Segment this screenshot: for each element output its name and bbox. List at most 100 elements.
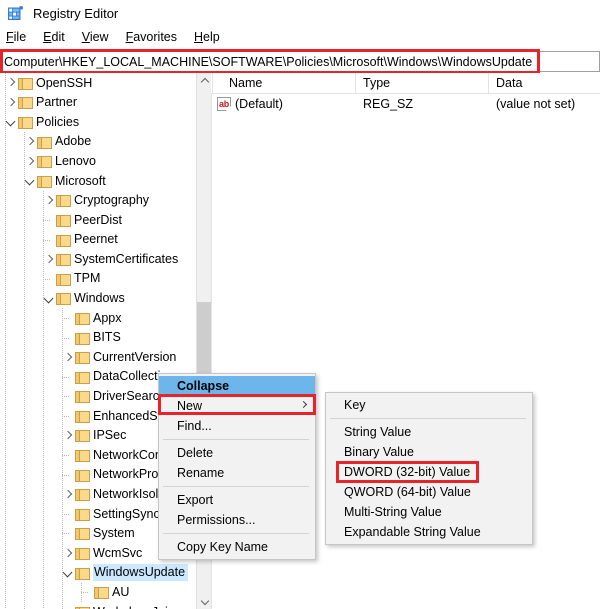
- value-data: (value not set): [496, 97, 576, 111]
- tree-item-workplacejoin[interactable]: WorkplaceJoin: [0, 602, 196, 609]
- tree-item-label: WorkplaceJoin: [93, 606, 175, 609]
- tree-item-windows[interactable]: Windows: [0, 289, 196, 309]
- values-column-header: Name Type Data: [211, 73, 600, 94]
- menu-file[interactable]: File: [6, 30, 34, 44]
- submenu-item-string-value[interactable]: String Value: [326, 422, 532, 442]
- tree-item-peernet[interactable]: Peernet: [0, 230, 196, 250]
- tree-item-bits[interactable]: BITS: [0, 328, 196, 348]
- folder-icon: [56, 273, 71, 286]
- context-menu-item-permissions[interactable]: Permissions...: [159, 510, 315, 530]
- submenu-item-multi-string-value[interactable]: Multi-String Value: [326, 502, 532, 522]
- menu-item-label: Find...: [177, 419, 212, 433]
- new-submenu[interactable]: Key String Value Binary Value DWORD (32-bit…: [325, 392, 533, 545]
- menu-help[interactable]: Help: [194, 30, 228, 44]
- tree-item-windowsupdate[interactable]: WindowsUpdate: [0, 563, 196, 583]
- folder-icon: [75, 351, 90, 365]
- address-bar[interactable]: Computer\HKEY_LOCAL_MACHINE\SOFTWARE\Pol…: [0, 51, 600, 72]
- tree-item-label: IPSec: [93, 428, 127, 443]
- tree-guide: [81, 592, 88, 594]
- tree-guide: [62, 474, 69, 476]
- menu-edit[interactable]: Edit: [43, 30, 73, 44]
- tree-item-label: SystemCertificates: [74, 251, 179, 266]
- tree-item-currentversion[interactable]: CurrentVersion: [0, 347, 196, 367]
- menu-item-label: Multi-String Value: [344, 505, 442, 519]
- tree-guide: [43, 239, 50, 241]
- tree-item-label: Lenovo: [55, 153, 97, 168]
- folder-icon: [75, 449, 90, 463]
- folder-icon: [18, 96, 33, 110]
- submenu-item-expandable-string-value[interactable]: Expandable String Value: [326, 522, 532, 542]
- tree-guide: [81, 582, 82, 603]
- tree-guide: [43, 190, 44, 609]
- tree-item-systemcertificates[interactable]: SystemCertificates: [0, 249, 196, 269]
- context-menu-item-find[interactable]: Find...: [159, 416, 315, 436]
- tree-guide: [62, 513, 69, 515]
- tree-item-tpm[interactable]: TPM: [0, 269, 196, 289]
- context-menu-item-collapse[interactable]: Collapse: [159, 376, 315, 396]
- menu-separator: [163, 533, 309, 534]
- menu-item-label: Delete: [177, 446, 214, 460]
- chevron-up-icon[interactable]: [197, 73, 212, 89]
- context-menu-item-export[interactable]: Export: [159, 490, 315, 510]
- menu-view[interactable]: View: [82, 30, 117, 44]
- tree-guide: [62, 308, 63, 609]
- menu-item-label: New: [177, 399, 203, 413]
- tree-item-cryptography[interactable]: Cryptography: [0, 191, 196, 211]
- tree-guide: [5, 73, 6, 609]
- folder-icon: [75, 312, 90, 325]
- tree-item-label: Peernet: [74, 232, 118, 247]
- folder-icon: [18, 116, 33, 129]
- column-separator: [488, 73, 489, 94]
- submenu-item-binary-value[interactable]: Binary Value: [326, 442, 532, 462]
- tree-item-label: Windows: [74, 291, 125, 306]
- folder-icon: [37, 155, 52, 169]
- folder-icon: [75, 390, 90, 404]
- menu-item-label: Rename: [177, 466, 225, 480]
- tree-guide: [62, 455, 69, 457]
- context-menu-item-delete[interactable]: Delete: [159, 443, 315, 463]
- context-menu-item-new[interactable]: New: [159, 396, 315, 416]
- folder-icon: [75, 547, 90, 561]
- context-menu-item-copy-key-name[interactable]: Copy Key Name: [159, 537, 315, 557]
- tree-item-label: SettingSync: [93, 506, 160, 521]
- tree-guide: [62, 337, 69, 339]
- menu-separator: [330, 418, 526, 419]
- tree-item-lenovo[interactable]: Lenovo: [0, 151, 196, 171]
- tree-item-label: TPM: [74, 271, 101, 286]
- registry-editor-window: Registry Editor File Edit View Favorites…: [0, 0, 600, 609]
- submenu-item-qword-64-bit-value[interactable]: QWORD (64-bit) Value: [326, 482, 532, 502]
- menu-item-label: Binary Value: [344, 445, 414, 459]
- tree-item-label: OpenSSH: [36, 75, 93, 90]
- tree-item-adobe[interactable]: Adobe: [0, 132, 196, 152]
- menu-bar: File Edit View Favorites Help: [0, 26, 600, 47]
- tree-guide: [62, 376, 69, 378]
- value-name: (Default): [235, 97, 283, 111]
- value-row-default[interactable]: ab (Default) REG_SZ (value not set): [211, 94, 600, 116]
- tree-item-policies[interactable]: Policies: [0, 112, 196, 132]
- tree-guide: [43, 219, 50, 221]
- tree-item-partner[interactable]: Partner: [0, 93, 196, 113]
- tree-item-appx[interactable]: Appx: [0, 308, 196, 328]
- column-header-name[interactable]: Name: [229, 76, 262, 90]
- column-header-data[interactable]: Data: [496, 76, 522, 90]
- column-header-type[interactable]: Type: [363, 76, 390, 90]
- tree-item-openssh[interactable]: OpenSSH: [0, 73, 196, 93]
- folder-icon: [75, 527, 90, 541]
- tree-item-microsoft[interactable]: Microsoft: [0, 171, 196, 191]
- folder-icon: [56, 194, 71, 208]
- menu-favorites[interactable]: Favorites: [126, 30, 185, 44]
- context-menu-item-rename[interactable]: Rename: [159, 463, 315, 483]
- tree-item-label: PeerDist: [74, 212, 122, 227]
- menu-item-label: String Value: [344, 425, 412, 439]
- tree-item-label: Partner: [36, 95, 77, 110]
- folder-icon: [56, 214, 71, 227]
- tree-item-peerdist[interactable]: PeerDist: [0, 210, 196, 230]
- context-menu[interactable]: Collapse New Find... Delete Rename Export Perm…: [158, 373, 316, 560]
- tree-item-au[interactable]: AU: [0, 582, 196, 602]
- chevron-down-icon[interactable]: [197, 593, 212, 609]
- submenu-item-dword-32-bit-value[interactable]: DWORD (32-bit) Value: [326, 462, 532, 482]
- tree-guide: [62, 533, 69, 535]
- submenu-item-key[interactable]: Key: [326, 395, 532, 415]
- folder-icon: [75, 567, 90, 580]
- chevron-right-icon: [299, 400, 308, 409]
